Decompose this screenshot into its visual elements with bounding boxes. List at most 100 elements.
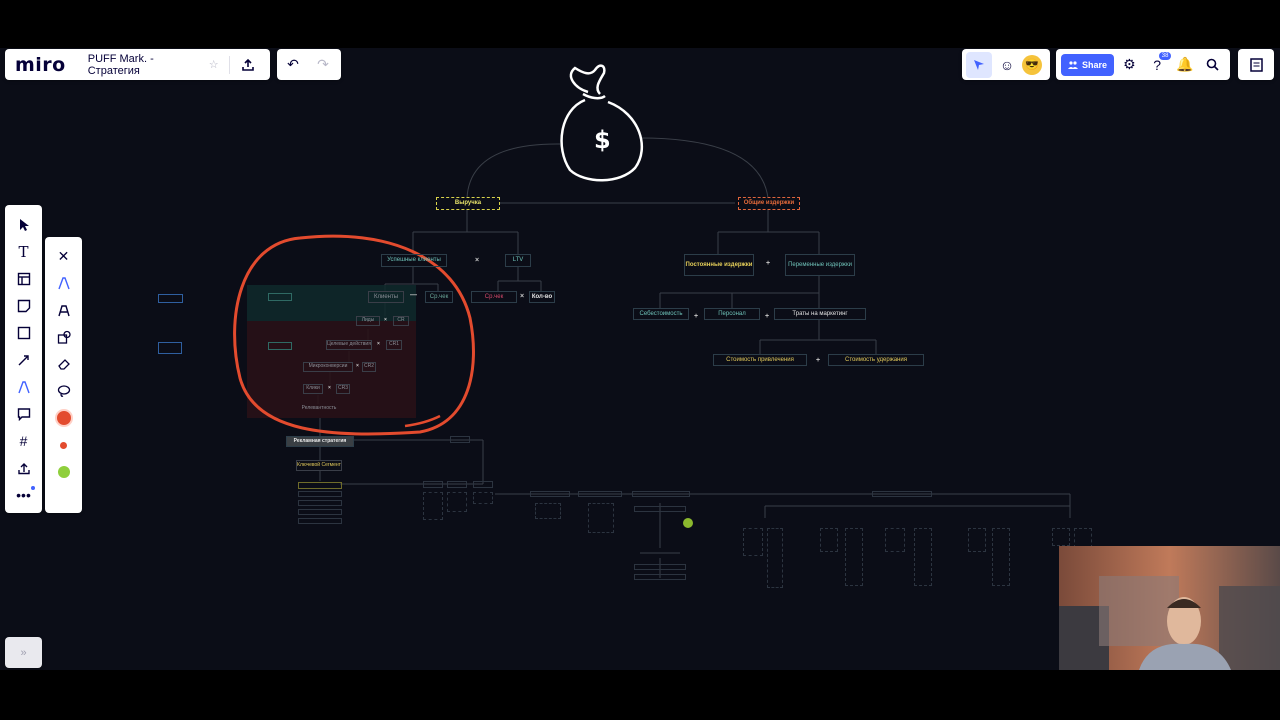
note-small[interactable] <box>535 503 561 519</box>
close-icon[interactable]: ✕ <box>51 243 77 269</box>
search-icon[interactable] <box>1200 52 1225 78</box>
note-small[interactable] <box>447 492 467 512</box>
note-small[interactable] <box>845 528 863 586</box>
note-small[interactable] <box>885 528 905 552</box>
node-ad-strategy[interactable]: Рекламная стратегия <box>286 436 354 447</box>
note-small[interactable] <box>1052 528 1070 546</box>
node-fixed-costs[interactable]: Постоянные издержки <box>684 254 754 276</box>
emoji-icon[interactable]: 😎 <box>1022 54 1042 75</box>
note-small[interactable] <box>634 506 686 512</box>
pen-icon[interactable] <box>11 374 37 400</box>
shape-icon[interactable] <box>11 320 37 346</box>
pen-icon[interactable] <box>51 270 77 296</box>
node-variable-costs[interactable]: Переменные издержки <box>785 254 855 276</box>
note-small[interactable] <box>634 564 686 570</box>
miro-logo[interactable]: miro <box>15 54 66 76</box>
note-small[interactable] <box>578 491 622 497</box>
note-small[interactable] <box>158 342 182 354</box>
note-small[interactable] <box>450 436 470 443</box>
note-small[interactable] <box>447 481 467 488</box>
settings-sliders-icon[interactable]: ⚙ <box>1117 52 1142 78</box>
reactions-icon[interactable]: ☺ <box>994 52 1020 78</box>
node-leads[interactable]: Лиды <box>356 316 380 326</box>
note-small[interactable] <box>423 492 443 520</box>
node-check[interactable]: Ср.чек <box>425 291 453 303</box>
expand-icon[interactable]: » <box>11 640 37 666</box>
note-small[interactable] <box>473 492 493 504</box>
node-total-costs[interactable]: Общие издержки <box>738 197 800 210</box>
upload-icon[interactable] <box>11 455 37 481</box>
note-small[interactable] <box>298 518 342 524</box>
node-successful-clients[interactable]: Успешные клиенты <box>381 254 447 267</box>
note-small[interactable] <box>872 491 932 497</box>
node-acquisition-cost[interactable]: Стоимость привлечения <box>713 354 807 366</box>
marker-icon[interactable] <box>51 297 77 323</box>
note-small[interactable] <box>634 574 686 580</box>
note-small[interactable] <box>767 528 783 588</box>
node-marketing[interactable]: Траты на маркетинг <box>774 308 866 320</box>
more-tools-icon[interactable]: ••• <box>11 482 37 508</box>
board-notes-icon[interactable] <box>1243 52 1269 78</box>
redo-icon[interactable]: ↷ <box>310 52 336 78</box>
note-small[interactable] <box>268 293 292 301</box>
shape-recognition-icon[interactable] <box>51 324 77 350</box>
node-cr1[interactable]: CR1 <box>386 340 402 350</box>
node-micro-conversions[interactable]: Микроконверсии <box>303 362 353 372</box>
connector-arrow-icon[interactable] <box>11 347 37 373</box>
node-retention-cost[interactable]: Стоимость удержания <box>828 354 924 366</box>
select-icon[interactable] <box>11 212 37 238</box>
lasso-icon[interactable] <box>51 378 77 404</box>
node-cr[interactable]: CR <box>393 316 409 326</box>
node-ltv[interactable]: LTV <box>505 254 531 267</box>
color-green[interactable] <box>51 459 77 485</box>
sticky-note-icon[interactable] <box>11 293 37 319</box>
star-icon[interactable]: ☆ <box>209 58 219 71</box>
note-small[interactable] <box>588 503 614 533</box>
left-toolbar: T # ••• <box>5 205 42 513</box>
color-red-large[interactable] <box>51 405 77 431</box>
note-small[interactable] <box>992 528 1010 586</box>
note-small[interactable] <box>298 500 342 506</box>
cursor-tracking-icon[interactable] <box>966 51 992 78</box>
help-badge: 38 <box>1158 51 1172 60</box>
note-small[interactable] <box>632 491 690 497</box>
multiply-sign: × <box>384 317 387 323</box>
node-target-action[interactable]: Целевые действия <box>326 340 372 350</box>
color-red-small[interactable] <box>51 432 77 458</box>
node-clicks[interactable]: Клики <box>303 384 323 394</box>
bell-icon[interactable]: 🔔 <box>1173 52 1198 78</box>
node-revenue[interactable]: Выручка <box>436 197 500 210</box>
undo-icon[interactable]: ↶ <box>280 52 306 78</box>
template-icon[interactable] <box>11 266 37 292</box>
board-title[interactable]: PUFF Mark. - Стратегия <box>88 53 202 77</box>
note-small[interactable] <box>820 528 838 552</box>
note-small[interactable] <box>423 481 443 488</box>
node-quantity[interactable]: Кол-во <box>529 291 555 303</box>
node-cost-price[interactable]: Себестоимость <box>633 308 689 320</box>
node-personnel[interactable]: Персонал <box>704 308 760 320</box>
node-clients[interactable]: Клиенты <box>368 291 404 303</box>
node-cr2[interactable]: CR2 <box>362 362 376 372</box>
node-key-segment[interactable]: Ключевой Сегмент <box>296 460 342 471</box>
note-small[interactable] <box>298 509 342 515</box>
note-small[interactable] <box>743 528 763 556</box>
node-cr3[interactable]: CR3 <box>336 384 350 394</box>
note-small[interactable] <box>968 528 986 552</box>
comment-icon[interactable] <box>11 401 37 427</box>
export-icon[interactable] <box>236 52 260 78</box>
help-icon[interactable]: ? 38 <box>1145 51 1172 78</box>
frame-icon[interactable]: # <box>11 428 37 454</box>
node-reach[interactable]: Релевантность <box>299 404 339 414</box>
note-small[interactable] <box>473 481 493 488</box>
note-small[interactable] <box>268 342 292 350</box>
note-small[interactable] <box>914 528 932 586</box>
node-avg-check[interactable]: Ср.чек <box>471 291 517 303</box>
eraser-icon[interactable] <box>51 351 77 377</box>
note-small[interactable] <box>530 491 570 497</box>
note-small[interactable] <box>298 482 342 489</box>
note-small[interactable] <box>298 491 342 497</box>
note-small[interactable] <box>1074 528 1092 548</box>
text-icon[interactable]: T <box>11 239 37 265</box>
share-button[interactable]: Share <box>1061 53 1115 76</box>
note-small[interactable] <box>158 294 183 303</box>
